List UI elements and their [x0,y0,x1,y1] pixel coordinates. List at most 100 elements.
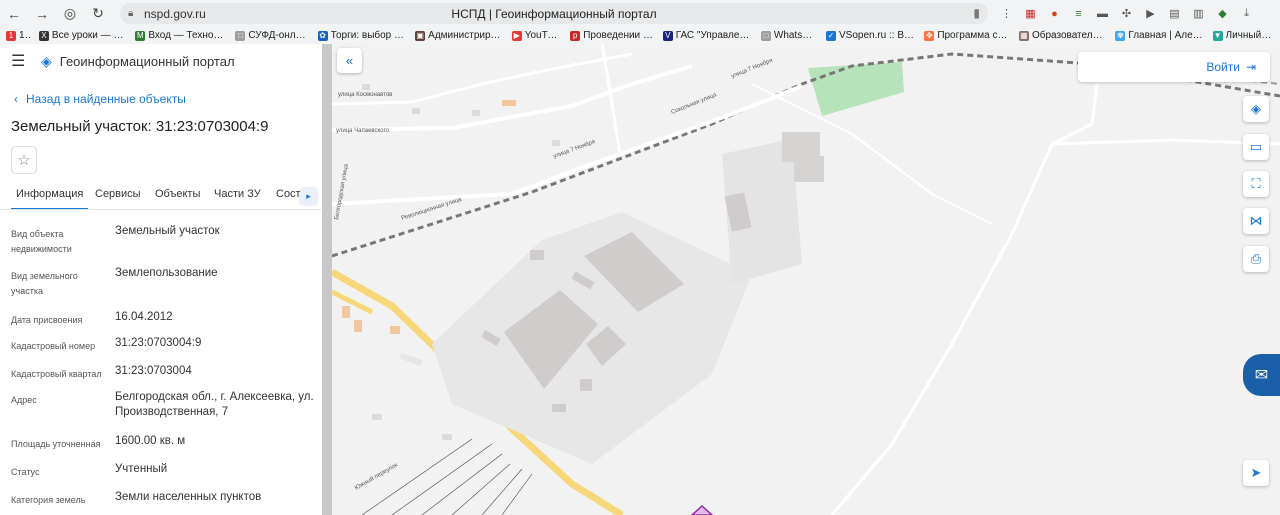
property-key: Статус [11,467,40,477]
address-bar[interactable]: 🔒︎ nspd.gov.ru НСПД | Геоинформационный … [120,3,988,24]
property-value: Земельный участок [115,225,220,237]
property-key: Адрес [11,395,37,405]
bookmark-label: Личный ка [1225,30,1272,41]
property-value: 31:23:0703004 [115,365,192,377]
back-link-label: Назад в найденные объекты [26,92,186,106]
info-panel: ☰ ◈ Геоинформационный портал ‹ Назад в н… [0,44,324,515]
extension-icon[interactable]: ≡ [1068,4,1089,23]
bookmark-label: Главная | Алексе [1128,30,1205,41]
bookmark-item[interactable]: ▣ Администрирова [415,30,504,41]
property-key: Дата присвоения [11,315,83,325]
extension-icon[interactable]: ◆ [1212,4,1233,23]
street-label: улица Чапаевского [336,128,390,134]
bookmark-icon[interactable]: ▮ [973,6,980,20]
house [442,434,452,440]
bookmark-item[interactable]: ✤ Программа спор [924,30,1011,41]
bookmark-label: YouTube [524,30,563,41]
panel-scrollbar[interactable] [322,44,332,515]
split-icon[interactable]: ▥ [1188,4,1209,23]
bookmark-favicon-icon: ✿ [317,30,328,41]
house [552,140,560,146]
tab-3[interactable]: Части ЗУ [209,184,266,209]
bookmark-label: 1С [19,30,31,41]
bookmark-favicon-icon: ✤ [924,30,935,41]
property-value: 16.04.2012 [115,311,173,323]
bookmark-favicon-icon: ▶ [511,30,522,41]
extensions-bar: ⋮ ▦ ● ≡ ▬ ✣ ▶ ▤ ▥ ◆ ⤓ [996,3,1257,24]
chat-support-icon[interactable]: ✉ [1243,354,1280,396]
bookmark-label: Администрирова [428,30,504,41]
select-area-icon[interactable]: ⛶ [1243,171,1269,197]
url-text[interactable]: nspd.gov.ru [144,7,206,21]
bookmarks-icon[interactable]: ▤ [1164,4,1185,23]
bookmark-item[interactable]: ▶ YouTube [511,30,563,41]
shield-icon[interactable]: ◎ [56,0,84,27]
login-button[interactable]: Войти ⇥ [1078,52,1270,82]
bookmark-item[interactable]: ▦ Образовательны [1018,30,1107,41]
forward-arrow-icon[interactable]: → [28,0,56,27]
puzzle-icon[interactable]: ✣ [1116,4,1137,23]
bookmark-item[interactable]: ✓ VSopen.ru :: Вирт [825,30,917,41]
extension-icon[interactable]: ● [1044,4,1065,23]
share-icon[interactable]: ⋈ [1243,208,1269,234]
tabs-scroll-right-icon[interactable]: ▸ [300,188,317,205]
browser-chrome: ← → ◎ ↻ 🔒︎ nspd.gov.ru НСПД | Геоинформа… [0,0,1280,44]
property-value: Земли населенных пунктов [115,491,262,503]
bookmark-label: Торги: выбор вер [330,30,408,41]
bookmark-item[interactable]: X Все уроки — Уро [38,30,128,41]
media-icon[interactable]: ▶ [1140,4,1161,23]
bookmark-item[interactable]: M Вход — ТехноКад [135,30,227,41]
tab-1[interactable]: Сервисы [90,184,146,209]
bookmark-favicon-icon: p [570,30,581,41]
property-value: 1600.00 кв. м [115,435,186,447]
street [1051,83,1099,146]
selected-parcel[interactable] [690,504,714,515]
bookmark-item[interactable]: 1 1С [6,30,31,41]
house [342,306,350,318]
bookmark-item[interactable]: □ WhatsApp [760,30,818,41]
map-canvas[interactable]: улица Космонавтов улица Чапаевского улиц… [332,44,1280,515]
tab-0[interactable]: Информация [11,184,89,209]
menu-icon[interactable]: ☰ [11,51,33,71]
green-area [808,62,904,116]
layers-icon[interactable]: ◈ [1243,96,1269,122]
bookmark-label: Программа спор [937,30,1011,41]
house [399,352,423,366]
bookmark-favicon-icon: M [135,30,146,41]
bookmark-label: СУФД-онлайн [248,30,310,41]
bookmark-label: WhatsApp [773,30,818,41]
reload-icon[interactable]: ↻ [84,0,112,27]
property-value: 31:23:0703004:9 [115,337,202,349]
house [354,320,362,332]
property-key: Кадастровый номер [11,341,96,351]
bookmark-item[interactable]: ▼ Личный ка [1212,30,1272,41]
ruler-icon[interactable]: ▭ [1243,134,1269,160]
map-view[interactable]: улица Космонавтов улица Чапаевского улиц… [332,44,1280,515]
bookmark-favicon-icon: ▦ [1018,30,1029,41]
extension-icon[interactable]: ▬ [1092,4,1113,23]
bookmark-item[interactable]: ✿ Торги: выбор вер [317,30,408,41]
tab-2[interactable]: Объекты [150,184,205,209]
property-key: Вид земельного участка [11,271,78,296]
app-name: Геоинформационный портал [59,53,235,69]
collapse-panel-icon[interactable]: « [337,48,362,73]
download-icon[interactable]: ⤓ [1236,4,1257,23]
property-key: Категория земель [11,495,86,505]
locate-icon[interactable]: ➤ [1243,460,1269,486]
back-arrow-icon[interactable]: ← [0,0,28,27]
bookmark-label: Все уроки — Уро [51,30,128,41]
bookmark-label: VSopen.ru :: Вирт [838,30,917,41]
favorite-star-icon[interactable]: ☆ [11,146,37,174]
login-icon: ⇥ [1245,60,1256,74]
bookmark-item[interactable]: ✾ Главная | Алексе [1115,30,1205,41]
menu-dots-icon[interactable]: ⋮ [996,4,1017,23]
bookmark-item[interactable]: p Проведении аук [570,30,655,41]
street [332,64,693,132]
bookmark-item[interactable]: V ГАС "Управление [662,30,753,41]
extension-icon[interactable]: ▦ [1020,4,1041,23]
back-to-results-link[interactable]: ‹ Назад в найденные объекты [14,92,186,106]
page-title: Земельный участок: 31:23:0703004:9 [11,118,269,135]
print-icon[interactable]: ⎙ [1243,246,1269,272]
bookmark-favicon-icon: X [38,30,49,41]
bookmark-item[interactable]: □ СУФД-онлайн [235,30,310,41]
